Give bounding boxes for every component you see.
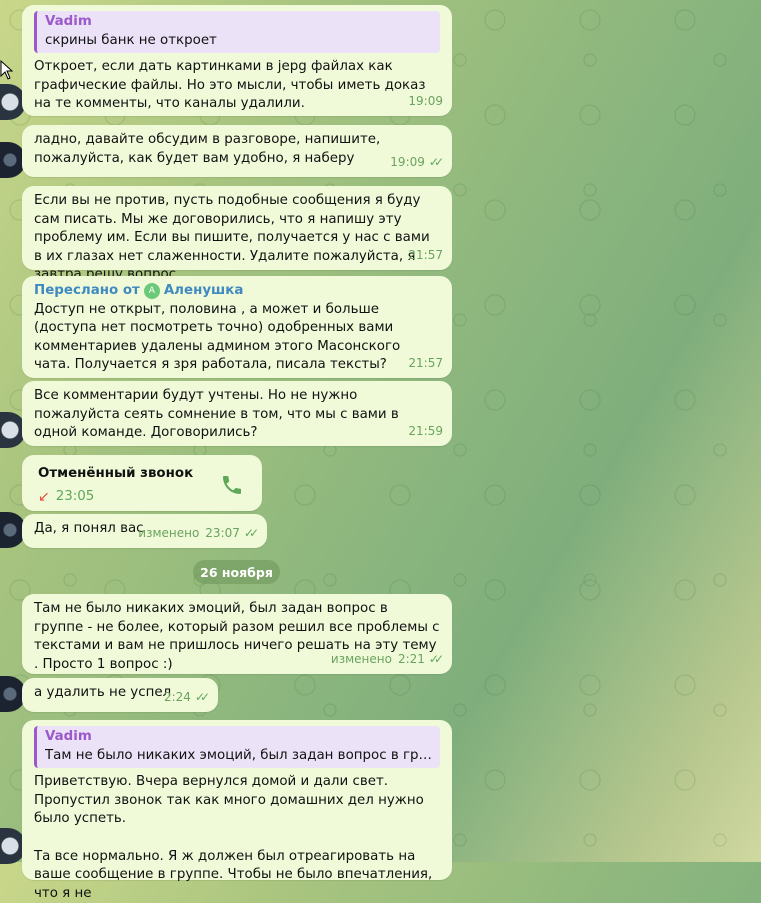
forwarded-author[interactable]: Аленушка (164, 282, 244, 301)
forwarded-header[interactable]: Переслано от A Аленушка (34, 282, 440, 301)
message-text: Все комментарии будут учтены. Но не нужн… (34, 388, 399, 441)
mouse-cursor-icon (0, 60, 14, 80)
read-checkmarks-icon: ✓✓ (194, 690, 210, 705)
message-text: Если вы не против, пусть подобные сообще… (34, 193, 430, 283)
message-meta: 19:09 (408, 92, 443, 111)
message-bubble[interactable]: Vadim скрины банк не откроет Откроет, ес… (22, 5, 452, 116)
reply-quote[interactable]: Vadim Там не было никаких эмоций, был за… (34, 726, 440, 769)
message-time: 2:21 (397, 652, 425, 667)
message-time: 19:09 (390, 155, 425, 170)
quote-author: Vadim (45, 729, 92, 744)
message-time: 2:24 (163, 690, 191, 705)
message-bubble[interactable]: Все комментарии будут учтены. Но не нужн… (22, 381, 452, 446)
message-meta: изменено 23:07 ✓✓ (138, 524, 259, 543)
call-bubble[interactable]: Отменённый звонок ↙ 23:05 (22, 455, 262, 511)
read-checkmarks-icon: ✓✓ (428, 652, 444, 667)
message-text: Откроет, если дать картинками в jepg фай… (34, 59, 426, 112)
message-bubble[interactable]: Vadim Там не было никаких эмоций, был за… (22, 720, 452, 901)
message-time: 21:59 (408, 424, 443, 439)
message-bubble[interactable]: Да, я понял вас изменено 23:07 ✓✓ (22, 514, 267, 548)
message-meta: 21:59 (408, 422, 443, 441)
message-time: 21:57 (408, 248, 443, 263)
reply-quote[interactable]: Vadim скрины банк не откроет (34, 11, 440, 54)
message-bubble[interactable]: ладно, давайте обсудим в разговоре, напи… (22, 125, 452, 177)
quote-text: Там не было никаких эмоций, был задан во… (45, 747, 432, 763)
message-text: Доступ не открыт, половина , а может и б… (34, 301, 401, 373)
message-time: 21:57 (408, 356, 443, 371)
forwarded-message-bubble[interactable]: Переслано от A Аленушка Доступ не открыт… (22, 276, 452, 378)
missed-call-arrow-icon: ↙ (38, 488, 50, 505)
message-meta: 21:57 (408, 354, 443, 373)
read-checkmarks-icon: ✓✓ (243, 526, 259, 541)
quote-author: Vadim (45, 14, 92, 29)
message-meta: изменено 2:21 ✓✓ (330, 650, 444, 669)
message-bubble[interactable]: Там не было никаких эмоций, был задан во… (22, 594, 452, 674)
date-separator: 26 ноября (193, 560, 280, 584)
message-time: 23:07 (205, 526, 240, 541)
message-meta: 2:24 ✓✓ (163, 688, 210, 707)
call-info: ↙ 23:05 (38, 488, 250, 507)
quote-text: скрины банк не откроет (45, 32, 217, 48)
edited-label: изменено (138, 526, 200, 541)
message-meta: 19:09 ✓✓ (390, 153, 444, 172)
message-text: Приветствую. Вчера вернулся домой и дали… (34, 774, 433, 901)
call-title: Отменённый звонок (38, 466, 194, 481)
message-bubble[interactable]: а удалить не успел 2:24 ✓✓ (22, 678, 218, 712)
forwarded-label: Переслано от (34, 283, 140, 298)
message-bubble[interactable]: Если вы не против, пусть подобные сообще… (22, 186, 452, 282)
forward-avatar-icon: A (143, 283, 160, 300)
message-text: ладно, давайте обсудим в разговоре, напи… (34, 132, 381, 166)
message-time: 19:09 (408, 94, 443, 109)
call-time: 23:05 (55, 488, 95, 504)
edited-label: изменено (330, 652, 392, 667)
phone-icon[interactable] (220, 473, 244, 497)
read-checkmarks-icon: ✓✓ (428, 155, 444, 170)
message-meta: 21:57 (408, 246, 443, 265)
